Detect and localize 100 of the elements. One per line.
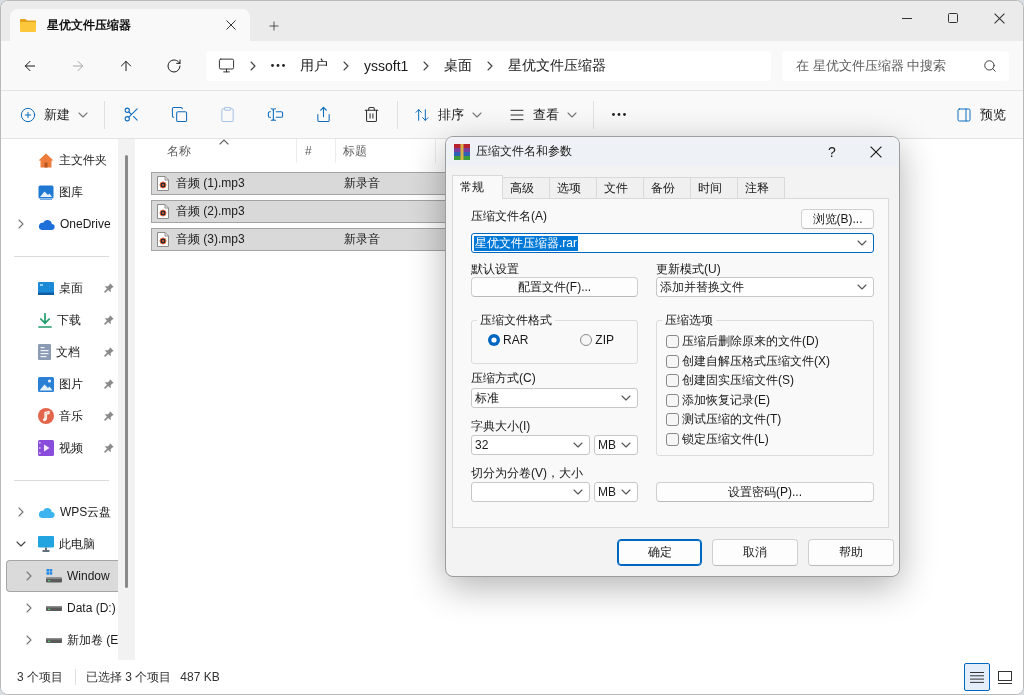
radio-option[interactable]: RAR (488, 333, 529, 347)
copy-icon[interactable] (170, 106, 188, 123)
scissors-icon[interactable] (122, 106, 140, 123)
search-field[interactable]: 在 星优文件压缩器 中搜索 (782, 50, 1009, 81)
tiles-icon (998, 670, 1012, 684)
column-header[interactable]: # (297, 139, 336, 163)
chevron-down-icon[interactable] (16, 541, 26, 547)
archive-name-field[interactable]: 星优文件压缩器.rar (471, 233, 874, 253)
unit-field[interactable]: MB (594, 482, 638, 502)
chevron-right-icon[interactable] (343, 60, 349, 71)
method-field[interactable]: 标准 (471, 388, 638, 408)
breadcrumb[interactable]: yssoft1 (364, 57, 409, 74)
checkbox-icon[interactable] (666, 354, 679, 368)
radio-option[interactable]: ZIP (580, 333, 614, 347)
share-icon[interactable] (314, 106, 332, 123)
browse-button[interactable]: 浏览(B)... (801, 209, 874, 229)
minimize-icon[interactable] (902, 17, 912, 19)
sidebar-item[interactable]: 下载 (6, 304, 118, 336)
dictionary-size-field[interactable]: 32 (471, 435, 590, 455)
checkbox-icon[interactable] (666, 393, 679, 407)
dialog-tab[interactable]: 注释 (737, 177, 785, 199)
checkbox-option[interactable]: 创建自解压格式压缩文件(X) (666, 351, 830, 371)
chevron-down-icon[interactable] (857, 240, 867, 246)
chevron-down-icon[interactable] (573, 442, 583, 448)
refresh-icon[interactable] (166, 57, 182, 74)
chevron-right-icon[interactable] (487, 60, 494, 71)
help-button[interactable]: ? (824, 141, 840, 162)
password-button[interactable]: 设置密码(P)... (656, 482, 874, 502)
preview-button[interactable]: 预览 (948, 98, 1014, 131)
close-icon[interactable] (993, 12, 1005, 24)
checkbox-icon[interactable] (666, 432, 679, 446)
dialog-button[interactable]: 帮助 (808, 539, 894, 566)
dialog-button[interactable]: 取消 (712, 539, 798, 566)
radio-icon[interactable] (488, 334, 500, 346)
file-row[interactable]: 音频 (2).mp3 (151, 200, 448, 223)
column-header[interactable]: 标题 (336, 139, 436, 163)
dialog-tab[interactable]: 常规 (452, 175, 503, 199)
checkbox-option[interactable]: 锁定压缩文件(L) (666, 429, 769, 449)
chevron-right-icon[interactable] (18, 507, 24, 517)
search-icon[interactable] (983, 58, 997, 73)
sidebar-item[interactable]: 音乐 (6, 400, 118, 432)
breadcrumb[interactable]: 桌面 (444, 56, 473, 75)
chevron-down-icon[interactable] (621, 442, 631, 448)
more-icon[interactable] (611, 113, 627, 116)
chevron-down-icon[interactable] (621, 395, 631, 401)
sidebar-item[interactable]: 新加卷 (E (6, 624, 118, 656)
close-icon[interactable] (870, 145, 882, 158)
breadcrumb[interactable]: 用户 (300, 56, 328, 75)
field-label: 字典大小(I) (471, 419, 531, 433)
desktop-icon (38, 281, 54, 295)
file-row[interactable]: 音频 (3).mp3 新录音 (151, 228, 448, 251)
chevron-right-icon[interactable] (250, 60, 256, 71)
chevron-right-icon[interactable] (26, 635, 32, 645)
update-mode-field[interactable]: 添加并替换文件 (656, 277, 874, 297)
unit-field[interactable]: MB (594, 435, 638, 455)
chevron-right-icon[interactable] (18, 219, 24, 229)
column-header[interactable]: 名称 (151, 139, 297, 163)
sidebar-item[interactable]: 此电脑 (6, 528, 118, 560)
dialog-button[interactable]: 确定 (617, 539, 702, 566)
sidebar-item[interactable]: 图片 (6, 368, 118, 400)
sidebar-item[interactable]: 视频 (6, 432, 118, 464)
chevron-right-icon[interactable] (423, 60, 430, 71)
text-cursor-icon[interactable] (266, 106, 284, 123)
sidebar-item[interactable]: 桌面 (6, 272, 118, 304)
view-button[interactable]: 查看 (501, 98, 585, 131)
chevron-down-icon[interactable] (573, 489, 583, 495)
radio-icon[interactable] (580, 334, 593, 346)
new-button[interactable]: 新建 (12, 98, 96, 131)
profiles-button[interactable]: 配置文件(F)... (471, 277, 638, 297)
checkbox-icon[interactable] (666, 374, 679, 388)
sidebar-item[interactable]: 主文件夹 (6, 144, 118, 176)
close-icon[interactable] (226, 20, 236, 30)
sort-button[interactable]: 排序 (406, 98, 490, 131)
details-view-button[interactable] (964, 663, 990, 691)
file-title: 新录音 (344, 231, 380, 248)
breadcrumb[interactable]: 星优文件压缩器 (508, 56, 607, 75)
checkbox-icon[interactable] (666, 335, 679, 349)
more-icon[interactable] (271, 64, 285, 67)
chevron-right-icon[interactable] (26, 603, 32, 613)
sidebar-item[interactable]: Window (6, 560, 118, 592)
monitor-icon[interactable] (218, 57, 235, 74)
file-row[interactable]: 音频 (1).mp3 新录音 (151, 172, 448, 195)
trash-icon[interactable] (362, 106, 380, 123)
sidebar-item[interactable]: WPS云盘 (6, 496, 118, 528)
checkbox-option[interactable]: 创建固实压缩文件(S) (666, 371, 794, 391)
address-bar[interactable]: 用户 yssoft1 桌面 星优文件压缩器 (206, 50, 771, 81)
sidebar-item[interactable]: OneDrive (6, 208, 118, 240)
sidebar-item[interactable]: 图库 (6, 176, 118, 208)
browser-tab[interactable]: 星优文件压缩器 (10, 9, 250, 41)
chevron-down-icon[interactable] (621, 489, 631, 495)
checkbox-icon[interactable] (666, 413, 679, 427)
maximize-icon[interactable] (948, 13, 958, 23)
sidebar-item[interactable]: 文档 (6, 336, 118, 368)
scrollbar-thumb[interactable] (125, 155, 128, 588)
checkbox-option[interactable]: 添加恢复记录(E) (666, 390, 770, 410)
split-size-field[interactable] (471, 482, 590, 502)
chevron-down-icon[interactable] (857, 284, 867, 290)
checkbox-option[interactable]: 压缩后删除原来的文件(D) (666, 332, 819, 352)
sidebar-item[interactable]: Data (D:) (6, 592, 118, 624)
checkbox-option[interactable]: 测试压缩的文件(T) (666, 410, 782, 430)
